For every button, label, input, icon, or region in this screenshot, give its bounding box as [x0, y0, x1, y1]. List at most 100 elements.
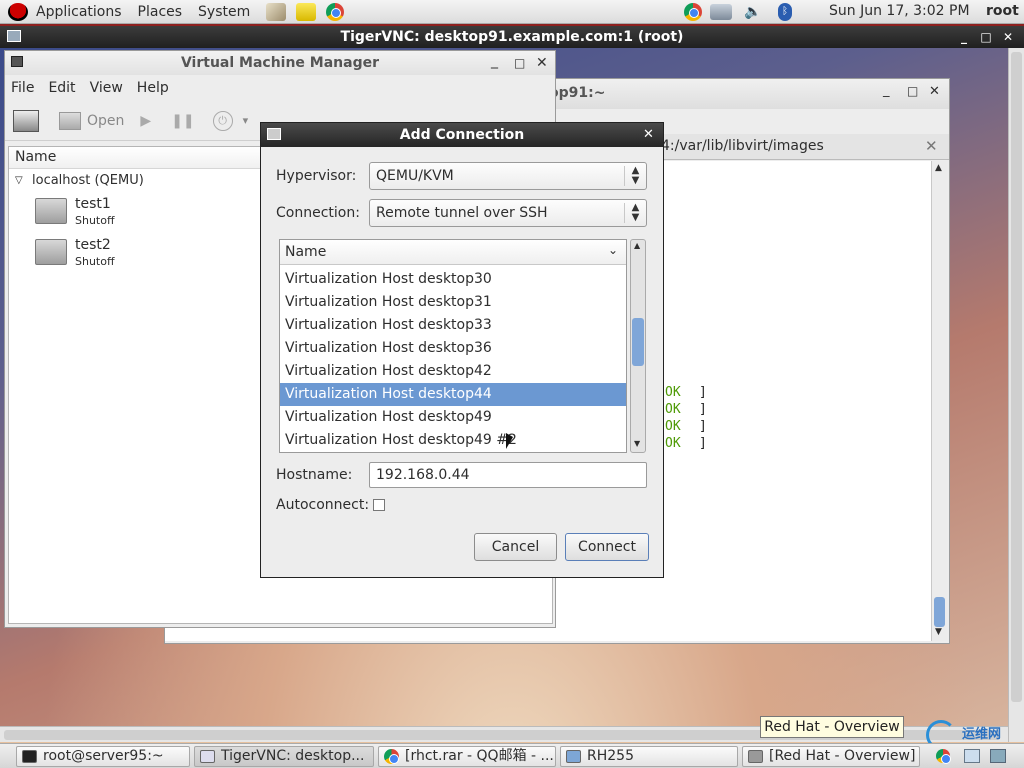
scroll-up-icon[interactable]: ▲: [634, 241, 640, 250]
vnc-close-icon[interactable]: ✕: [1000, 29, 1016, 45]
host-list-scrollbar[interactable]: ▲ ▼: [630, 239, 646, 453]
autoconnect-checkbox[interactable]: [373, 499, 385, 511]
connection-value: Remote tunnel over SSH: [376, 205, 548, 221]
mouse-pointer-icon: [506, 433, 513, 449]
host-list[interactable]: Name ⌄ Virtualization Host desktop30 Vir…: [279, 239, 627, 453]
vmm-minimize-icon[interactable]: _: [491, 49, 498, 73]
host-list-header-name: Name: [285, 244, 327, 260]
power-dropdown-icon[interactable]: ▾: [243, 114, 249, 127]
network-icon[interactable]: [710, 4, 732, 20]
vmm-window-icon[interactable]: [11, 56, 23, 67]
host-row[interactable]: Virtualization Host desktop33: [280, 314, 626, 337]
host-list-scroll-thumb[interactable]: [632, 318, 644, 366]
open-button[interactable]: Open: [87, 113, 124, 129]
task-label: RH255: [587, 748, 634, 764]
vnc-vertical-scrollbar[interactable]: [1008, 48, 1024, 742]
sort-chevron-down-icon[interactable]: ⌄: [608, 243, 618, 257]
pause-icon[interactable]: ❚❚: [171, 113, 194, 129]
cancel-button[interactable]: Cancel: [474, 533, 557, 561]
task-qqmail[interactable]: [rhct.rar - QQ邮箱 - ...: [378, 746, 556, 767]
menu-help[interactable]: Help: [137, 80, 169, 96]
host-list-header[interactable]: Name ⌄: [280, 240, 626, 265]
volume-icon[interactable]: 🔈: [744, 4, 761, 20]
autoconnect-label: Autoconnect:: [276, 497, 370, 513]
task-label: [Red Hat - Overview]: [769, 748, 916, 764]
connection-label[interactable]: localhost (QEMU): [32, 173, 144, 188]
dialog-titlebar[interactable]: Add Connection ✕: [261, 123, 663, 147]
connection-combo[interactable]: Remote tunnel over SSH ▲ ▼: [369, 199, 647, 227]
vm-name[interactable]: test1: [75, 196, 111, 212]
host-row[interactable]: Virtualization Host desktop49: [280, 406, 626, 429]
vmm-titlebar[interactable]: Virtual Machine Manager _ □ ✕: [5, 51, 555, 75]
chrome-tray-icon[interactable]: [684, 3, 702, 21]
task-rh255[interactable]: RH255: [560, 746, 738, 767]
ok-line: OK: [665, 419, 681, 434]
vnc-window-icon[interactable]: [7, 30, 21, 42]
tray-window-icon[interactable]: [964, 749, 980, 763]
host-row[interactable]: Virtualization Host desktop31: [280, 291, 626, 314]
task-redhat-overview[interactable]: [Red Hat - Overview]: [742, 746, 920, 767]
vm-state: Shutoff: [75, 214, 115, 227]
host-row[interactable]: Virtualization Host desktop42: [280, 360, 626, 383]
ok-line: OK: [665, 436, 681, 451]
redhat-logo-icon[interactable]: [8, 2, 28, 21]
tray-folder-icon[interactable]: [990, 749, 1006, 763]
host-row[interactable]: Virtualization Host desktop30: [280, 268, 626, 291]
hypervisor-combo[interactable]: QEMU/KVM ▲ ▼: [369, 162, 647, 190]
host-row[interactable]: Virtualization Host desktop49 #2: [280, 429, 626, 452]
dialog-title: Add Connection: [399, 127, 525, 143]
terminal-maximize-icon[interactable]: □: [907, 84, 918, 98]
vnc-vscroll-thumb[interactable]: [1011, 52, 1022, 702]
menu-view[interactable]: View: [90, 80, 123, 96]
open-monitor-icon[interactable]: [59, 111, 81, 130]
system-menu[interactable]: System: [198, 4, 250, 20]
notes-icon[interactable]: [296, 2, 317, 21]
mail-icon[interactable]: [266, 2, 287, 21]
vnc-titlebar[interactable]: TigerVNC: desktop91.example.com:1 (root)…: [0, 26, 1024, 48]
terminal-close-icon[interactable]: ✕: [929, 84, 940, 99]
task-tigervnc[interactable]: TigerVNC: desktop...: [194, 746, 374, 767]
add-connection-dialog[interactable]: Add Connection ✕ Hypervisor: QEMU/KVM ▲ ▼…: [260, 122, 664, 578]
hostname-input[interactable]: 192.168.0.44: [369, 462, 647, 488]
terminal-minimize-icon[interactable]: _: [883, 83, 890, 98]
vm-name[interactable]: test2: [75, 237, 111, 253]
scroll-down-icon[interactable]: ▼: [634, 439, 640, 448]
new-vm-icon[interactable]: [13, 109, 39, 132]
ok-line: OK: [665, 385, 681, 400]
vnc-minimize-icon[interactable]: _: [956, 29, 972, 45]
clock[interactable]: Sun Jun 17, 3:02 PM: [829, 3, 970, 19]
task-label: root@server95:~: [43, 748, 164, 764]
power-icon[interactable]: ⏻: [212, 110, 233, 131]
menu-file[interactable]: File: [11, 80, 34, 96]
dialog-close-icon[interactable]: ✕: [643, 123, 654, 147]
host-row-selected[interactable]: Virtualization Host desktop44: [280, 383, 626, 406]
terminal-scroll-thumb[interactable]: [934, 597, 945, 627]
places-menu[interactable]: Places: [138, 4, 183, 20]
vnc-icon: [200, 750, 215, 763]
expander-down-icon[interactable]: ▽: [15, 175, 23, 186]
dialog-window-icon[interactable]: [267, 128, 281, 140]
ok-bracket: ]: [699, 419, 707, 434]
connect-button[interactable]: Connect: [565, 533, 649, 561]
applications-menu[interactable]: Applications: [36, 4, 122, 20]
run-icon[interactable]: ▶: [140, 113, 151, 129]
host-row[interactable]: Virtualization Host desktop36: [280, 337, 626, 360]
vmm-maximize-icon[interactable]: □: [514, 51, 525, 75]
task-terminal[interactable]: root@server95:~: [16, 746, 190, 767]
combo-arrows-icon: ▲ ▼: [624, 166, 646, 186]
bluetooth-icon[interactable]: ᛒ: [778, 3, 792, 21]
chrome-tray-icon[interactable]: [936, 749, 951, 764]
terminal-icon: [22, 750, 37, 763]
terminal-scroll-up-icon[interactable]: ▲: [935, 163, 942, 173]
terminal-scrollbar[interactable]: ▲ ▼: [931, 161, 947, 641]
chrome-launcher-icon[interactable]: [326, 2, 345, 21]
terminal-title: op91:~: [549, 85, 606, 101]
vmm-title: Virtual Machine Manager: [180, 55, 380, 71]
menu-edit[interactable]: Edit: [48, 80, 75, 96]
hypervisor-value: QEMU/KVM: [376, 168, 454, 184]
terminal-tab-close-icon[interactable]: ✕: [925, 137, 938, 155]
vnc-maximize-icon[interactable]: □: [978, 29, 994, 45]
terminal-scroll-down-icon[interactable]: ▼: [935, 627, 942, 637]
user-name[interactable]: root: [986, 3, 1019, 19]
vmm-close-icon[interactable]: ✕: [536, 51, 548, 75]
